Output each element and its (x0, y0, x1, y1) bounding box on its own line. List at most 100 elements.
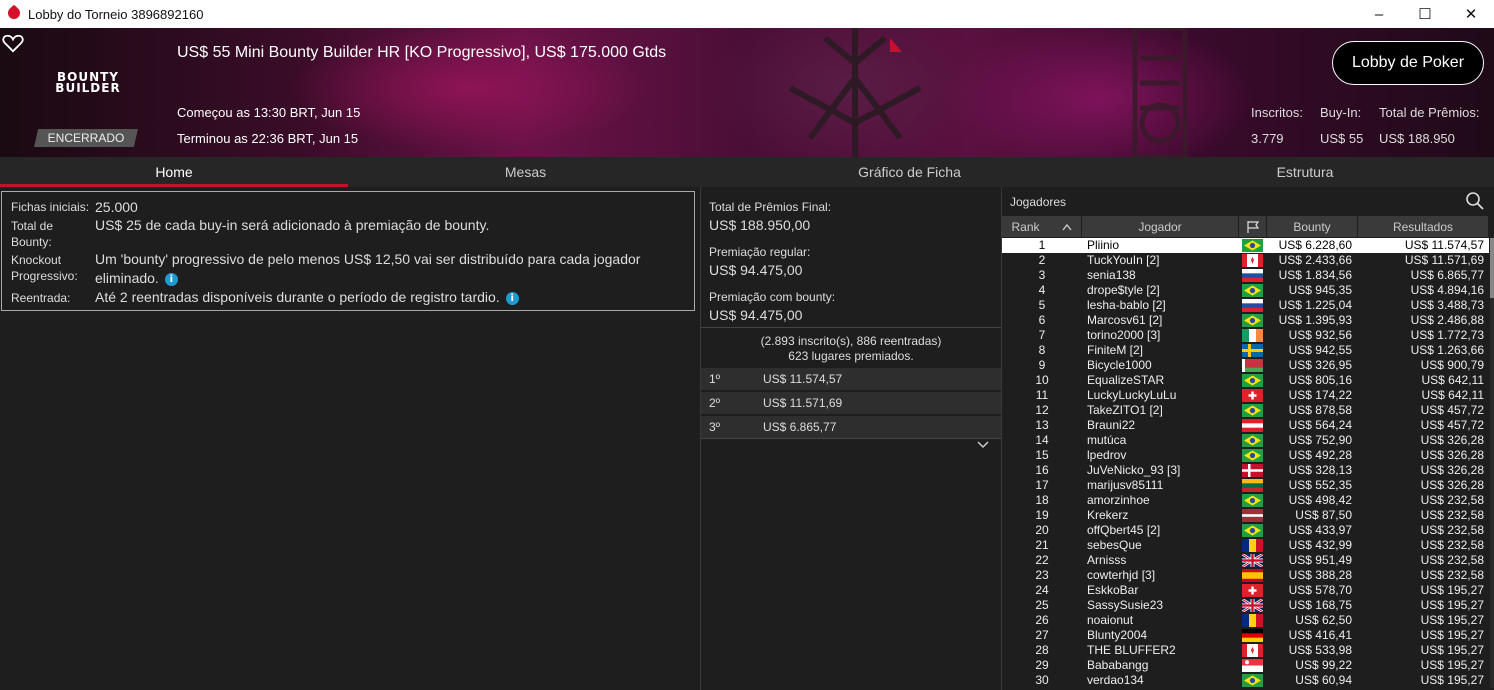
player-row[interactable]: 19 Krekerz US$ 87,50 US$ 232,58 (1002, 508, 1489, 523)
player-row[interactable]: 13 Brauni22 US$ 564,24 US$ 457,72 (1002, 418, 1489, 433)
player-row[interactable]: 27 Blunty2004 US$ 416,41 US$ 195,27 (1002, 628, 1489, 643)
rank-column-header[interactable]: Rank (1002, 216, 1082, 237)
player-result: US$ 642,11 (1421, 373, 1485, 387)
player-column-header[interactable]: Jogador (1082, 216, 1239, 237)
window-title: Lobby do Torneio 3896892160 (28, 6, 204, 22)
players-scrollbar[interactable] (1490, 238, 1494, 688)
favorite-heart-icon[interactable] (2, 33, 24, 53)
flag-icon (1246, 220, 1259, 233)
player-row[interactable]: 3 senia138 US$ 1.834,56 US$ 6.865,77 (1002, 268, 1489, 283)
player-row[interactable]: 18 amorzinhoe US$ 498,42 US$ 232,58 (1002, 493, 1489, 508)
player-row[interactable]: 21 sebesQue US$ 432,99 US$ 232,58 (1002, 538, 1489, 553)
player-bounty: US$ 2.433,66 (1278, 253, 1352, 267)
tab-home[interactable]: Home (0, 157, 348, 187)
player-country (1239, 373, 1266, 388)
br-flag-icon (1242, 284, 1263, 297)
prize-place: 2º (709, 396, 721, 410)
player-row[interactable]: 1 Pliinio US$ 6.228,60 US$ 11.574,57 (1002, 238, 1489, 253)
prize-place: 3º (709, 420, 721, 434)
player-row[interactable]: 16 JuVeNicko_93 [3] US$ 328,13 US$ 326,28 (1002, 463, 1489, 478)
tab-chip-chart[interactable]: Gráfico de Ficha (703, 157, 1116, 187)
player-result: US$ 6.865,77 (1410, 268, 1484, 282)
player-row[interactable]: 9 Bicycle1000 US$ 326,95 US$ 900,79 (1002, 358, 1489, 373)
player-row[interactable]: 22 Arnisss US$ 951,49 US$ 232,58 (1002, 553, 1489, 568)
player-name: cowterhjd [3] (1087, 568, 1156, 582)
player-country (1239, 478, 1266, 493)
player-name: EskkoBar (1087, 583, 1139, 597)
player-bounty: US$ 6.228,60 (1278, 238, 1352, 252)
player-name: Arnisss (1087, 553, 1127, 567)
search-icon[interactable] (1465, 191, 1485, 211)
player-row[interactable]: 30 verdao134 US$ 60,94 US$ 195,27 (1002, 673, 1489, 688)
player-row[interactable]: 6 Marcosv61 [2] US$ 1.395,93 US$ 2.486,88 (1002, 313, 1489, 328)
player-row[interactable]: 24 EskkoBar US$ 578,70 US$ 195,27 (1002, 583, 1489, 598)
player-name: amorzinhoe (1087, 493, 1150, 507)
player-row[interactable]: 5 lesha-bablo [2] US$ 1.225,04 US$ 3.488,73 (1002, 298, 1489, 313)
tab-structure[interactable]: Estrutura (1116, 157, 1494, 187)
player-row[interactable]: 11 LuckyLuckyLuLu US$ 174,22 US$ 642,11 (1002, 388, 1489, 403)
chevron-down-icon[interactable] (977, 440, 989, 449)
start-time: Começou as 13:30 BRT, Jun 15 (177, 105, 361, 120)
player-row[interactable]: 26 noaionut US$ 62,50 US$ 195,27 (1002, 613, 1489, 628)
ca-flag-icon (1242, 644, 1263, 657)
players-table-body: 1 Pliinio US$ 6.228,60 US$ 11.574,57 2 TuckYo… (1002, 238, 1489, 688)
player-country (1239, 253, 1266, 268)
gb-flag-icon (1242, 599, 1263, 612)
player-row[interactable]: 7 torino2000 [3] US$ 932,56 US$ 1.772,73 (1002, 328, 1489, 343)
player-bounty: US$ 752,90 (1288, 433, 1352, 447)
player-bounty: US$ 99,22 (1295, 658, 1352, 672)
player-rank: 29 (1035, 658, 1049, 672)
player-row[interactable]: 10 EqualizeSTAR US$ 805,16 US$ 642,11 (1002, 373, 1489, 388)
player-country (1239, 268, 1266, 283)
total-bounty-value: US$ 25 de cada buy-in será adicionado à … (95, 217, 490, 233)
tournament-info-box: Fichas iniciais: 25.000 Total de Bounty:… (1, 191, 695, 311)
ch-flag-icon (1242, 584, 1263, 597)
player-row[interactable]: 14 mutúca US$ 752,90 US$ 326,28 (1002, 433, 1489, 448)
player-result: US$ 900,79 (1420, 358, 1484, 372)
maximize-button[interactable]: ☐ (1402, 0, 1448, 28)
scrollbar-thumb[interactable] (1490, 238, 1494, 298)
player-name: sebesQue (1087, 538, 1142, 552)
player-bounty: US$ 805,16 (1288, 373, 1352, 387)
player-country (1239, 418, 1266, 433)
info-icon[interactable]: i (164, 272, 178, 286)
player-result: US$ 195,27 (1420, 583, 1484, 597)
player-row[interactable]: 25 SassySusie23 US$ 168,75 US$ 195,27 (1002, 598, 1489, 613)
player-result: US$ 11.574,57 (1404, 238, 1484, 252)
player-row[interactable]: 2 TuckYouIn [2] US$ 2.433,66 US$ 11.571,69 (1002, 253, 1489, 268)
info-icon[interactable]: i (505, 291, 519, 305)
bounty-column-header[interactable]: Bounty (1267, 216, 1358, 237)
player-result: US$ 1.263,66 (1410, 343, 1484, 357)
country-column-header[interactable] (1239, 216, 1267, 237)
minimize-button[interactable]: – (1356, 0, 1402, 28)
prize-amount: US$ 11.574,57 (763, 372, 843, 386)
player-country (1239, 463, 1266, 478)
player-row[interactable]: 15 lpedrov US$ 492,28 US$ 326,28 (1002, 448, 1489, 463)
player-country (1239, 568, 1266, 583)
player-row[interactable]: 4 drope$tyle [2] US$ 945,35 US$ 4.894,16 (1002, 283, 1489, 298)
player-row[interactable]: 29 Bababangg US$ 99,22 US$ 195,27 (1002, 658, 1489, 673)
player-row[interactable]: 12 TakeZITO1 [2] US$ 878,58 US$ 457,72 (1002, 403, 1489, 418)
player-row[interactable]: 8 FiniteM [2] US$ 942,55 US$ 1.263,66 (1002, 343, 1489, 358)
knockout-value-2: eliminado. (95, 270, 159, 286)
player-result: US$ 457,72 (1420, 418, 1484, 432)
player-row[interactable]: 20 offQbert45 [2] US$ 433,97 US$ 232,58 (1002, 523, 1489, 538)
close-button[interactable]: ✕ (1448, 0, 1494, 28)
player-name: offQbert45 [2] (1087, 523, 1161, 537)
player-name: Krekerz (1087, 508, 1129, 522)
player-bounty: US$ 1.834,56 (1278, 268, 1352, 282)
player-row[interactable]: 17 marijusv85111 US$ 552,35 US$ 326,28 (1002, 478, 1489, 493)
player-row[interactable]: 28 THE BLUFFER2 US$ 533,98 US$ 195,27 (1002, 643, 1489, 658)
poker-lobby-button[interactable]: Lobby de Poker (1332, 41, 1484, 85)
tab-tables[interactable]: Mesas (348, 157, 703, 187)
player-result: US$ 195,27 (1420, 613, 1484, 627)
logo-line-2: BUILDER (55, 81, 121, 95)
player-result: US$ 457,72 (1420, 403, 1484, 417)
player-bounty: US$ 433,97 (1288, 523, 1352, 537)
player-country (1239, 358, 1266, 373)
results-column-header[interactable]: Resultados (1358, 216, 1489, 237)
si-flag-icon (1242, 299, 1263, 312)
entrants-label: Inscritos: (1251, 105, 1304, 120)
player-row[interactable]: 23 cowterhjd [3] US$ 388,28 US$ 232,58 (1002, 568, 1489, 583)
player-country (1239, 433, 1266, 448)
